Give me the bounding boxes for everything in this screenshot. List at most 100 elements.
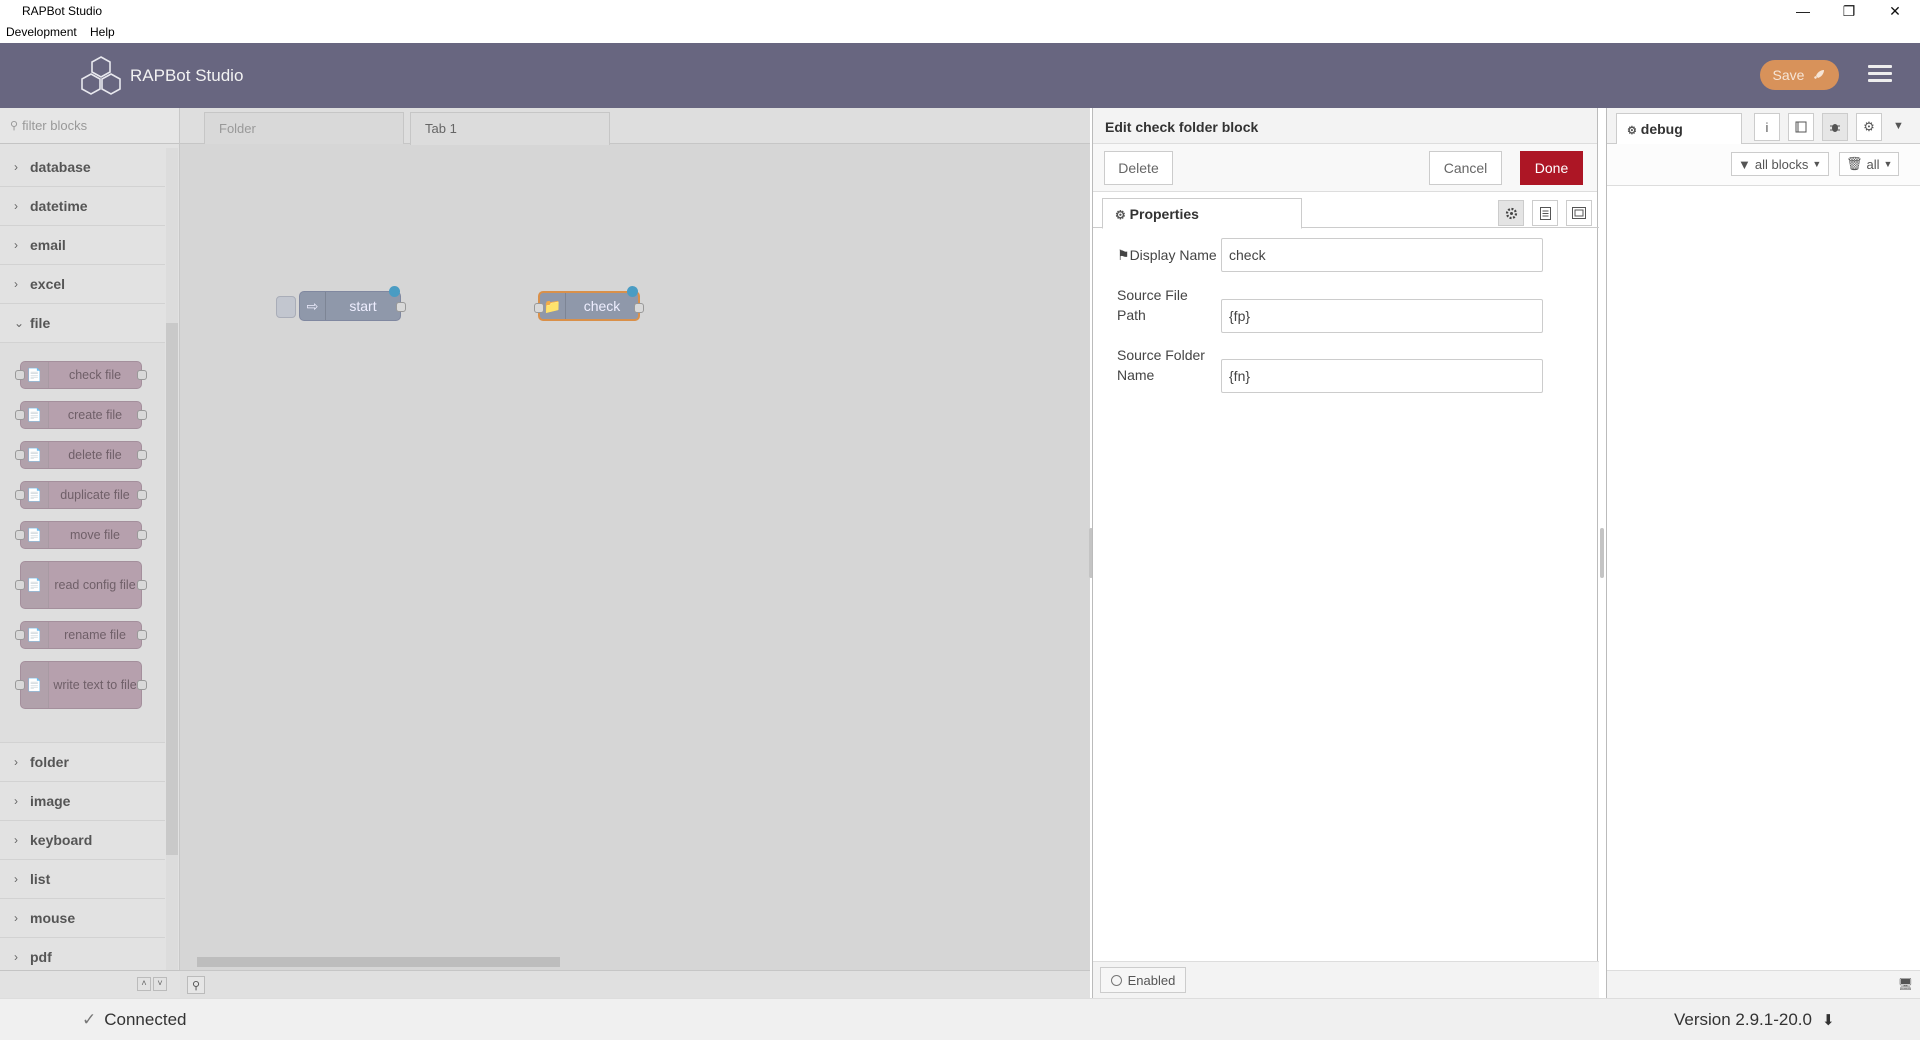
category-image[interactable]: › image (0, 782, 165, 821)
app-name: RAPBot Studio (130, 66, 244, 85)
palette-node-move-file[interactable]: 📄 move file (15, 521, 147, 549)
debug-sidebar: ⚙ debug i ⚙ ▼ ▼ all blocks ▼ 🗑 all ▼ 🖥 (1606, 108, 1920, 998)
field-display-name: ⚑Display Name check (1117, 238, 1577, 272)
caret-down-icon[interactable]: ▼ (1893, 120, 1904, 132)
display-name-input[interactable]: check (1221, 238, 1543, 272)
workspace-horizontal-scrollbar[interactable] (180, 954, 1090, 970)
flow-node-check[interactable]: 📁 check (534, 286, 644, 321)
chevron-right-icon: › (14, 833, 18, 847)
category-database[interactable]: › database (0, 148, 165, 187)
palette-node-rename-file[interactable]: 📄 rename file (15, 621, 147, 649)
palette-node-read-config-file[interactable]: 📄 read config file (15, 561, 147, 609)
edit-tray: Edit check folder block Delete Cancel Do… (1092, 108, 1599, 998)
field-source-file-path: Source File Path {fp} (1117, 285, 1577, 333)
inject-button[interactable] (276, 296, 296, 318)
palette-node-create-file[interactable]: 📄 create file (15, 401, 147, 429)
sidebar-footer: 🖥 (1607, 970, 1920, 998)
enabled-toggle[interactable]: Enabled (1100, 967, 1186, 993)
chevron-right-icon: › (14, 277, 18, 291)
file-icon: 📄 (21, 622, 49, 648)
palette-node-delete-file[interactable]: 📄 delete file (15, 441, 147, 469)
file-icon: 📄 (21, 522, 49, 548)
done-button[interactable]: Done (1520, 151, 1583, 185)
category-list[interactable]: › list (0, 860, 165, 899)
tab-debug[interactable]: ⚙ debug (1616, 113, 1742, 145)
hexagon-logo-icon (81, 56, 121, 95)
expand-all-icon[interactable]: ˅ (153, 977, 167, 991)
arrow-right-icon: ⇨ (300, 292, 326, 320)
file-category-body: 📄 check file 📄 create file 📄 delete file… (0, 343, 165, 743)
palette-filter[interactable]: ⚲ filter blocks (0, 108, 179, 144)
bug-icon[interactable] (1822, 113, 1848, 141)
flow-node-start[interactable]: ⇨ start (276, 286, 406, 321)
category-keyboard[interactable]: › keyboard (0, 821, 165, 860)
app-header: RAPBot Studio Save (0, 43, 1920, 108)
tab-tab-1[interactable]: Tab 1 (410, 112, 610, 145)
display-name-label: ⚑Display Name (1117, 247, 1217, 263)
close-icon[interactable]: ✕ (1872, 0, 1918, 22)
category-pdf[interactable]: › pdf (0, 938, 165, 970)
source-folder-name-input[interactable]: {fn} (1221, 359, 1543, 393)
tray-title: Edit check folder block (1093, 108, 1597, 144)
category-file[interactable]: ⌄ file (0, 304, 165, 343)
menu-development[interactable]: Development (6, 25, 77, 39)
cancel-button[interactable]: Cancel (1429, 151, 1502, 185)
category-folder[interactable]: › folder (0, 743, 165, 782)
source-file-path-input[interactable]: {fp} (1221, 299, 1543, 333)
delete-button[interactable]: Delete (1104, 151, 1173, 185)
save-button[interactable]: Save (1760, 60, 1839, 90)
caret-down-icon: ▼ (1883, 159, 1893, 169)
plug-icon: ✓ (82, 1010, 97, 1029)
sidebar-tabbar: ⚙ debug i ⚙ ▼ (1607, 108, 1920, 145)
clear-dropdown[interactable]: 🗑 all ▼ (1839, 152, 1899, 176)
chevron-right-icon: › (14, 911, 18, 925)
chevron-right-icon: › (14, 199, 18, 213)
filter-input[interactable]: filter blocks (22, 118, 87, 133)
debug-toolbar: ▼ all blocks ▼ 🗑 all ▼ (1607, 144, 1920, 186)
resize-handle[interactable] (1600, 528, 1604, 578)
properties-tabbar: ⚙ Properties (1093, 192, 1599, 229)
monitor-icon[interactable]: 🖥 (1898, 977, 1913, 991)
flow-workspace[interactable]: Folder Tab 1 ⇨ start 📁 check ⚲ (180, 108, 1090, 998)
restore-icon[interactable]: ❐ (1826, 0, 1872, 22)
bug-icon: ⚙ (1627, 125, 1637, 137)
chevron-right-icon: › (14, 872, 18, 886)
book-icon[interactable] (1788, 113, 1814, 141)
tab-properties[interactable]: ⚙ Properties (1102, 198, 1302, 229)
palette-scrollbar[interactable] (166, 148, 178, 970)
search-icon[interactable]: ⚲ (187, 976, 205, 994)
category-email[interactable]: › email (0, 226, 165, 265)
menu-help[interactable]: Help (90, 25, 115, 39)
gear-icon[interactable] (1498, 200, 1524, 226)
trash-icon: 🗑 (1846, 156, 1863, 171)
palette-node-check-file[interactable]: 📄 check file (15, 361, 147, 389)
description-icon[interactable] (1532, 200, 1558, 226)
circle-icon (1110, 974, 1122, 986)
chevron-down-icon: ⌄ (14, 316, 25, 330)
chevron-right-icon: › (14, 160, 18, 174)
chevron-right-icon: › (14, 238, 18, 252)
status-bar: ✓ Connected Version 2.9.1-20.0 ⬇ (0, 998, 1920, 1040)
appearance-icon[interactable] (1566, 200, 1592, 226)
palette-node-duplicate-file[interactable]: 📄 duplicate file (15, 481, 147, 509)
tray-actions: Delete Cancel Done (1093, 144, 1597, 192)
category-mouse[interactable]: › mouse (0, 899, 165, 938)
tag-icon: ⚑ (1117, 247, 1130, 263)
collapse-all-icon[interactable]: ˄ (137, 977, 151, 991)
window-title: RAPBot Studio (22, 4, 103, 18)
caret-down-icon: ▼ (1812, 159, 1822, 169)
tab-folder[interactable]: Folder (204, 112, 404, 144)
info-icon[interactable]: i (1754, 113, 1780, 141)
save-label: Save (1772, 67, 1805, 83)
main-menu-icon[interactable] (1868, 65, 1892, 85)
chevron-right-icon: › (14, 950, 18, 964)
settings-icon[interactable]: ⚙ (1856, 113, 1882, 141)
rocket-icon (1814, 70, 1825, 79)
palette-node-write-text-to-file[interactable]: 📄 write text to file (15, 661, 147, 709)
download-icon[interactable]: ⬇ (1822, 1011, 1835, 1029)
category-excel[interactable]: › excel (0, 265, 165, 304)
category-datetime[interactable]: › datetime (0, 187, 165, 226)
minimize-icon[interactable]: — (1780, 0, 1826, 22)
file-icon: 📄 (21, 662, 49, 708)
filter-dropdown[interactable]: ▼ all blocks ▼ (1731, 152, 1829, 176)
